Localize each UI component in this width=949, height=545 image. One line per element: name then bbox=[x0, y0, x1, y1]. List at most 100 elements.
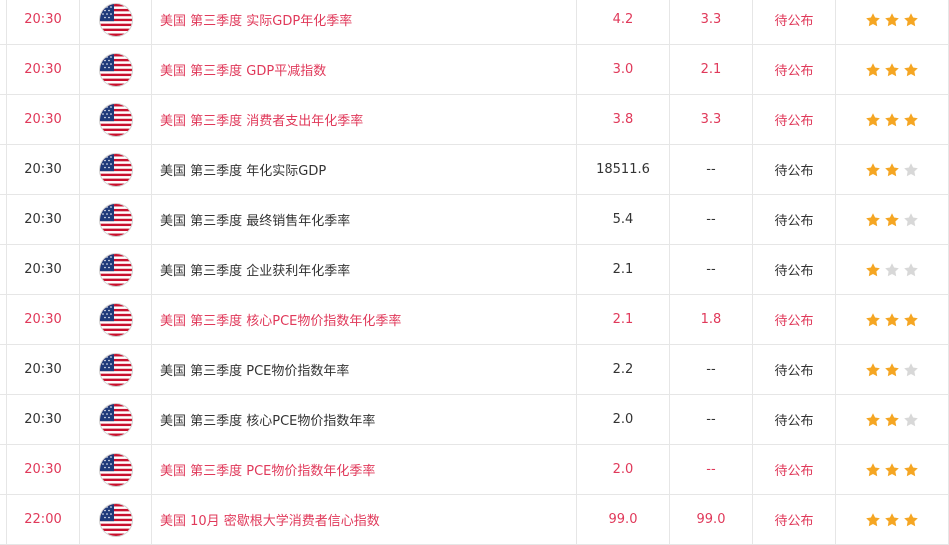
table-row[interactable]: 20:30 美国 第三季度 PCE物价指数年化季率 2.0 -- 待公布 bbox=[0, 445, 949, 495]
country-flag-cell bbox=[80, 345, 152, 394]
importance-rating bbox=[836, 445, 949, 494]
event-name[interactable]: 美国 10月 密歇根大学消费者信心指数 bbox=[152, 495, 577, 544]
country-flag-cell bbox=[80, 245, 152, 294]
forecast-value: -- bbox=[670, 445, 753, 494]
star-rating bbox=[865, 362, 919, 378]
importance-rating bbox=[836, 295, 949, 344]
star-filled-icon bbox=[885, 512, 899, 526]
star-filled-icon bbox=[885, 312, 899, 326]
actual-value: 待公布 bbox=[753, 95, 836, 144]
event-name[interactable]: 美国 第三季度 消费者支出年化季率 bbox=[152, 95, 577, 144]
star-filled-icon bbox=[866, 62, 880, 76]
previous-value: 3.0 bbox=[577, 45, 670, 94]
star-filled-icon bbox=[904, 112, 918, 126]
table-row[interactable]: 20:30 美国 第三季度 企业获利年化季率 2.1 -- 待公布 bbox=[0, 245, 949, 295]
star-filled-icon bbox=[904, 312, 918, 326]
table-row[interactable]: 20:30 美国 第三季度 PCE物价指数年率 2.2 -- 待公布 bbox=[0, 345, 949, 395]
release-time: 20:30 bbox=[6, 245, 80, 294]
event-name[interactable]: 美国 第三季度 最终销售年化季率 bbox=[152, 195, 577, 244]
event-name[interactable]: 美国 第三季度 GDP平减指数 bbox=[152, 45, 577, 94]
star-filled-icon bbox=[866, 162, 880, 176]
us-flag-icon bbox=[99, 303, 132, 336]
event-name[interactable]: 美国 第三季度 核心PCE物价指数年率 bbox=[152, 395, 577, 444]
table-row[interactable]: 20:30 美国 第三季度 GDP平减指数 3.0 2.1 待公布 bbox=[0, 45, 949, 95]
us-flag-icon bbox=[99, 103, 132, 136]
release-time: 20:30 bbox=[6, 0, 80, 44]
star-rating bbox=[865, 62, 919, 78]
event-name[interactable]: 美国 第三季度 PCE物价指数年化季率 bbox=[152, 445, 577, 494]
country-flag-cell bbox=[80, 495, 152, 544]
release-time: 20:30 bbox=[6, 295, 80, 344]
table-row[interactable]: 20:30 美国 第三季度 消费者支出年化季率 3.8 3.3 待公布 bbox=[0, 95, 949, 145]
star-filled-icon bbox=[904, 462, 918, 476]
star-filled-icon bbox=[866, 412, 880, 426]
star-filled-icon bbox=[866, 312, 880, 326]
star-rating bbox=[865, 412, 919, 428]
actual-value: 待公布 bbox=[753, 395, 836, 444]
country-flag-cell bbox=[80, 95, 152, 144]
release-time: 20:30 bbox=[6, 145, 80, 194]
star-filled-icon bbox=[885, 212, 899, 226]
forecast-value: 3.3 bbox=[670, 95, 753, 144]
release-time: 20:30 bbox=[6, 445, 80, 494]
us-flag-icon bbox=[99, 403, 132, 436]
importance-rating bbox=[836, 0, 949, 44]
table-row[interactable]: 20:30 美国 第三季度 实际GDP年化季率 4.2 3.3 待公布 bbox=[0, 0, 949, 45]
event-name[interactable]: 美国 第三季度 核心PCE物价指数年化季率 bbox=[152, 295, 577, 344]
star-filled-icon bbox=[866, 212, 880, 226]
previous-value: 2.1 bbox=[577, 245, 670, 294]
us-flag-icon bbox=[99, 3, 132, 36]
actual-value: 待公布 bbox=[753, 495, 836, 544]
forecast-value: -- bbox=[670, 245, 753, 294]
previous-value: 2.0 bbox=[577, 445, 670, 494]
event-name[interactable]: 美国 第三季度 企业获利年化季率 bbox=[152, 245, 577, 294]
forecast-value: -- bbox=[670, 395, 753, 444]
table-row[interactable]: 20:30 美国 第三季度 核心PCE物价指数年化季率 2.1 1.8 待公布 bbox=[0, 295, 949, 345]
actual-value: 待公布 bbox=[753, 195, 836, 244]
previous-value: 4.2 bbox=[577, 0, 670, 44]
star-rating bbox=[865, 212, 919, 228]
importance-rating bbox=[836, 145, 949, 194]
country-flag-cell bbox=[80, 295, 152, 344]
star-filled-icon bbox=[866, 262, 880, 276]
actual-value: 待公布 bbox=[753, 445, 836, 494]
event-name[interactable]: 美国 第三季度 实际GDP年化季率 bbox=[152, 0, 577, 44]
actual-value: 待公布 bbox=[753, 145, 836, 194]
star-filled-icon bbox=[866, 12, 880, 26]
star-filled-icon bbox=[885, 62, 899, 76]
star-empty-icon bbox=[904, 412, 918, 426]
star-empty-icon bbox=[904, 362, 918, 376]
forecast-value: 3.3 bbox=[670, 0, 753, 44]
previous-value: 5.4 bbox=[577, 195, 670, 244]
event-name[interactable]: 美国 第三季度 PCE物价指数年率 bbox=[152, 345, 577, 394]
us-flag-icon bbox=[99, 453, 132, 486]
forecast-value: 1.8 bbox=[670, 295, 753, 344]
previous-value: 2.2 bbox=[577, 345, 670, 394]
star-rating bbox=[865, 112, 919, 128]
table-row[interactable]: 20:30 美国 第三季度 年化实际GDP 18511.6 -- 待公布 bbox=[0, 145, 949, 195]
importance-rating bbox=[836, 245, 949, 294]
event-name[interactable]: 美国 第三季度 年化实际GDP bbox=[152, 145, 577, 194]
importance-rating bbox=[836, 95, 949, 144]
previous-value: 18511.6 bbox=[577, 145, 670, 194]
star-filled-icon bbox=[885, 12, 899, 26]
star-rating bbox=[865, 12, 919, 28]
country-flag-cell bbox=[80, 445, 152, 494]
star-rating bbox=[865, 262, 919, 278]
table-row[interactable]: 20:30 美国 第三季度 最终销售年化季率 5.4 -- 待公布 bbox=[0, 195, 949, 245]
actual-value: 待公布 bbox=[753, 295, 836, 344]
table-row[interactable]: 20:30 美国 第三季度 核心PCE物价指数年率 2.0 -- 待公布 bbox=[0, 395, 949, 445]
star-empty-icon bbox=[904, 212, 918, 226]
forecast-value: 99.0 bbox=[670, 495, 753, 544]
star-rating bbox=[865, 162, 919, 178]
importance-rating bbox=[836, 395, 949, 444]
country-flag-cell bbox=[80, 195, 152, 244]
previous-value: 99.0 bbox=[577, 495, 670, 544]
star-filled-icon bbox=[904, 512, 918, 526]
us-flag-icon bbox=[99, 153, 132, 186]
star-empty-icon bbox=[904, 162, 918, 176]
star-rating bbox=[865, 312, 919, 328]
table-row[interactable]: 22:00 美国 10月 密歇根大学消费者信心指数 99.0 99.0 待公布 bbox=[0, 495, 949, 545]
star-empty-icon bbox=[885, 262, 899, 276]
actual-value: 待公布 bbox=[753, 245, 836, 294]
